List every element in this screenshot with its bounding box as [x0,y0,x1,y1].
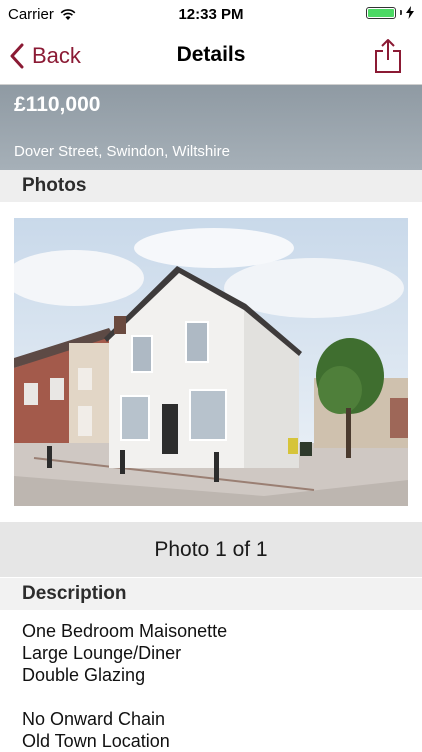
description-line: No Onward Chain [22,709,166,729]
status-bar: Carrier 12:33 PM [0,0,422,30]
listing-header: £110,000 Dover Street, Swindon, Wiltshir… [0,85,422,170]
photo-counter: Photo 1 of 1 [0,522,422,577]
status-time: 12:33 PM [178,6,244,23]
charging-icon [406,6,414,19]
description-line: Large Lounge/Diner [22,643,182,663]
photo-area [0,202,422,522]
house-image [14,218,408,506]
status-right [366,6,414,19]
description-line: Double Glazing [22,665,146,685]
description-line: Old Town Location [22,731,170,751]
share-button[interactable] [374,38,402,74]
battery-icon [366,6,396,19]
share-icon [375,39,401,73]
description-section-header: Description [0,578,422,610]
description-body: One Bedroom Maisonette Large Lounge/Dine… [22,620,402,752]
navigation-bar: Back Details [0,30,422,85]
battery-tip [400,10,402,15]
listing-address: Dover Street, Swindon, Wiltshire [14,143,230,160]
photos-section-header: Photos [0,170,422,202]
description-line: One Bedroom Maisonette [22,621,228,641]
listing-price: £110,000 [14,93,101,116]
page-title: Details [176,43,246,66]
property-photo[interactable] [14,218,408,506]
